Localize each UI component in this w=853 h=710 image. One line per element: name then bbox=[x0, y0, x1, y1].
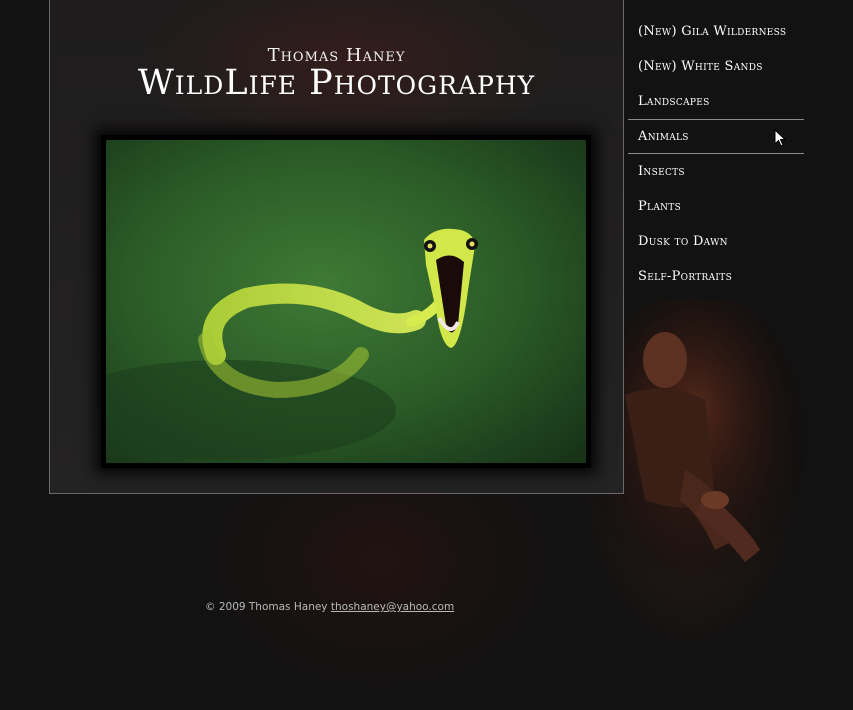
featured-photo[interactable] bbox=[106, 140, 586, 463]
mouse-pointer-icon bbox=[774, 129, 786, 147]
gallery-nav: (New) Gila Wilderness (New) White Sands … bbox=[628, 14, 804, 294]
site-title: WildLife Photography bbox=[137, 63, 536, 103]
nav-item-landscapes[interactable]: Landscapes bbox=[628, 84, 804, 119]
page: Thomas Haney WildLife Photography (New) … bbox=[0, 0, 853, 710]
nav-item-insects[interactable]: Insects bbox=[628, 154, 804, 189]
footer: © 2009 Thomas Haney thoshaney@yahoo.com bbox=[205, 601, 454, 613]
nav-item-white-sands[interactable]: (New) White Sands bbox=[628, 49, 804, 84]
featured-photo-frame bbox=[101, 135, 591, 468]
nav-item-dusk-to-dawn[interactable]: Dusk to Dawn bbox=[628, 224, 804, 259]
nav-item-self-portraits[interactable]: Self-Portraits bbox=[628, 259, 804, 294]
nav-item-gila-wilderness[interactable]: (New) Gila Wilderness bbox=[628, 14, 804, 49]
content-panel: Thomas Haney WildLife Photography bbox=[49, 0, 624, 494]
email-link[interactable]: thoshaney@yahoo.com bbox=[331, 601, 454, 613]
nav-item-plants[interactable]: Plants bbox=[628, 189, 804, 224]
copyright-text: © 2009 Thomas Haney bbox=[205, 601, 328, 613]
